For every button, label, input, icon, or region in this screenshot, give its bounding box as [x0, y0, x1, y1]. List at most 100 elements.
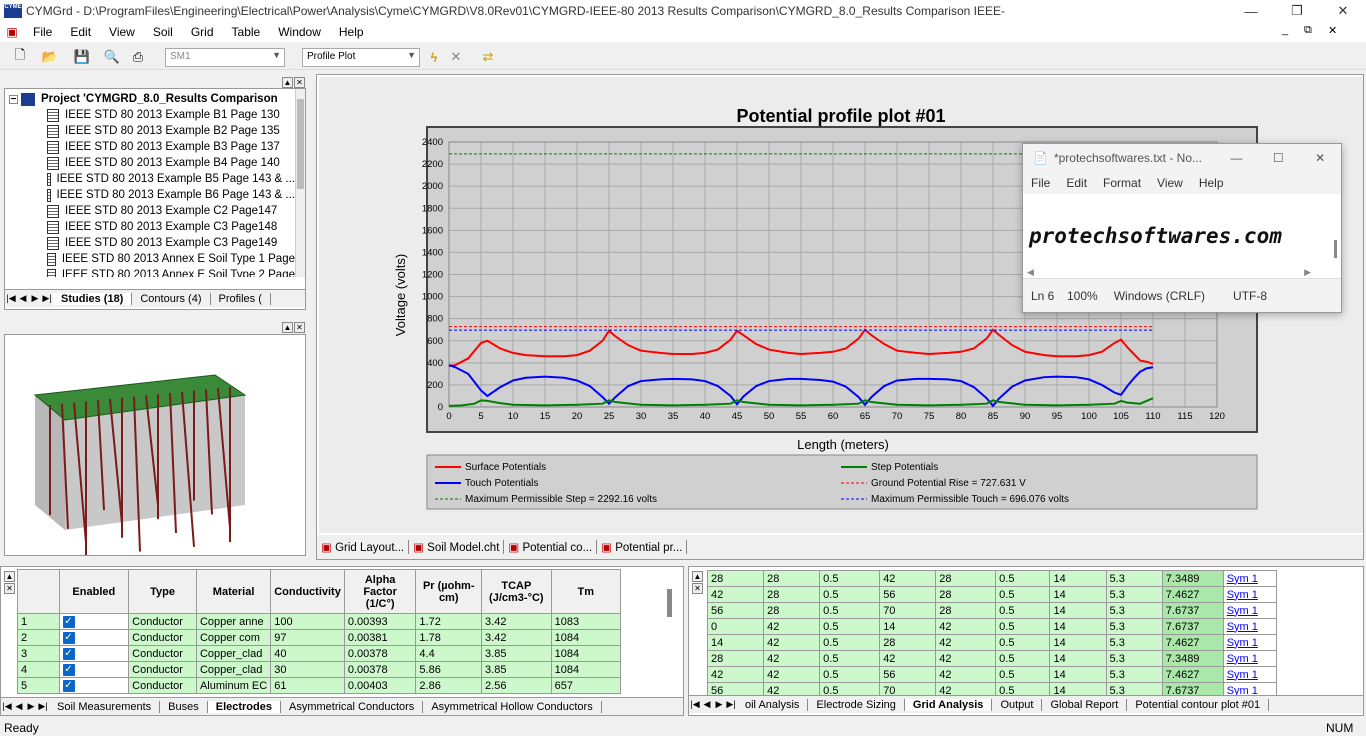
prev-tab-icon[interactable]: ◀ — [13, 701, 25, 712]
table-cell[interactable]: 0.5 — [995, 634, 1051, 651]
table-cell[interactable]: 5.3 — [1105, 650, 1163, 667]
tab-potential-contour-plot[interactable]: Potential contour plot #01 — [1127, 698, 1270, 711]
notepad-menu-format[interactable]: Format — [1095, 176, 1149, 190]
menu-window[interactable]: Window — [269, 25, 330, 39]
table-cell[interactable]: 7.6737 — [1161, 682, 1224, 696]
print-icon[interactable]: ⎙ — [128, 47, 148, 67]
table-cell[interactable]: 7.4627 — [1161, 634, 1224, 651]
table-cell[interactable]: 657 — [550, 677, 622, 694]
notepad-maximize-button[interactable]: ☐ — [1257, 151, 1299, 165]
table-cell[interactable]: 42 — [879, 650, 937, 667]
notepad-menu-file[interactable]: File — [1023, 176, 1058, 190]
table-cell[interactable]: 42 — [763, 618, 821, 635]
electrodes-scrollbar[interactable] — [667, 589, 672, 617]
table-row[interactable]: 5 ✓ Conductor Aluminum EC 61 0.00403 2.86 2.56 6… — [17, 677, 622, 694]
table-cell[interactable]: 28 — [763, 570, 821, 587]
panel-close-icon[interactable]: ✕ — [294, 77, 305, 88]
table-cell[interactable]: 0.5 — [995, 602, 1051, 619]
table-cell[interactable]: Conductor — [128, 661, 197, 678]
table-cell[interactable]: 0.5 — [995, 570, 1051, 587]
sym-link[interactable]: Sym 1 — [1222, 586, 1277, 603]
menu-help[interactable]: Help — [330, 25, 373, 39]
table-cell[interactable]: 0.5 — [819, 586, 881, 603]
enabled-checkbox[interactable]: ✓ — [58, 645, 130, 662]
table-cell[interactable]: 0.5 — [819, 650, 881, 667]
table-cell[interactable]: 5.3 — [1105, 618, 1163, 635]
tab-global-report[interactable]: Global Report — [1042, 698, 1128, 711]
prev-tab-icon[interactable]: ◀ — [17, 293, 29, 304]
table-cell[interactable]: 5 — [17, 677, 60, 694]
table-cell[interactable]: 42 — [879, 570, 937, 587]
table-cell[interactable]: Copper com — [195, 629, 272, 646]
menu-view[interactable]: View — [100, 25, 144, 39]
tab-studies[interactable]: Studies (18) — [53, 292, 133, 305]
notepad-minimize-button[interactable]: — — [1216, 151, 1258, 165]
table-cell[interactable]: Copper anne — [195, 613, 272, 630]
table-cell[interactable]: 0.00381 — [343, 629, 417, 646]
tree-scrollbar[interactable] — [295, 89, 305, 277]
tab-buses[interactable]: Buses — [160, 700, 208, 713]
table-cell[interactable]: 5.3 — [1105, 586, 1163, 603]
table-cell[interactable]: 7.3489 — [1161, 570, 1224, 587]
table-cell[interactable]: 70 — [879, 682, 937, 696]
table-cell[interactable]: 42 — [763, 682, 821, 696]
first-tab-icon[interactable]: |◀ — [689, 699, 701, 710]
enabled-checkbox[interactable]: ✓ — [58, 629, 130, 646]
table-row[interactable]: 28 28 0.5 42 28 0.5 14 5.3 7.3489 Sym 1 — [707, 570, 1277, 587]
table-row[interactable]: 42 28 0.5 56 28 0.5 14 5.3 7.4627 Sym 1 — [707, 586, 1277, 603]
table-cell[interactable]: 5.3 — [1105, 666, 1163, 683]
table-cell[interactable]: 42 — [935, 634, 997, 651]
table-cell[interactable]: Conductor — [128, 613, 197, 630]
table-cell[interactable]: 4 — [17, 661, 60, 678]
table-cell[interactable]: 70 — [879, 602, 937, 619]
first-tab-icon[interactable]: |◀ — [5, 293, 17, 304]
table-cell[interactable]: 3 — [17, 645, 60, 662]
table-cell[interactable]: Conductor — [128, 677, 197, 694]
tree-study-item[interactable]: IEEE STD 80 2013 Example C3 Page148 — [5, 219, 295, 235]
table-cell[interactable]: 3.85 — [481, 661, 552, 678]
table-row[interactable]: 14 42 0.5 28 42 0.5 14 5.3 7.4627 Sym 1 — [707, 634, 1277, 651]
mdi-doc-icon[interactable]: ▣ — [0, 25, 24, 39]
table-cell[interactable]: 1083 — [550, 613, 622, 630]
table-cell[interactable]: 0.5 — [995, 618, 1051, 635]
table-cell[interactable]: 28 — [707, 570, 765, 587]
tree-scroll-thumb[interactable] — [297, 99, 304, 189]
table-cell[interactable]: 14 — [1049, 666, 1107, 683]
col-conductivity[interactable]: Conductivity — [270, 569, 345, 614]
table-row[interactable]: 56 42 0.5 70 42 0.5 14 5.3 7.6737 Sym 1 — [707, 682, 1277, 696]
table-cell[interactable]: 2.56 — [481, 677, 552, 694]
sym-link[interactable]: Sym 1 — [1222, 570, 1277, 587]
close-button[interactable]: ✕ — [1320, 0, 1366, 22]
doc-tab-potential-profile[interactable]: ▣ Potential pr... — [597, 540, 688, 554]
table-cell[interactable]: 42 — [935, 650, 997, 667]
col-tcap[interactable]: TCAP (J/cm3-°C) — [481, 569, 552, 614]
table-cell[interactable]: 1084 — [550, 629, 622, 646]
doc-tab-potential-contour[interactable]: ▣ Potential co... — [504, 540, 598, 554]
last-tab-icon[interactable]: ▶| — [41, 293, 53, 304]
tree-study-item[interactable]: IEEE STD 80 2013 Example B1 Page 130 — [5, 107, 295, 123]
prev-tab-icon[interactable]: ◀ — [701, 699, 713, 710]
table-cell[interactable]: 42 — [935, 682, 997, 696]
sym-link[interactable]: Sym 1 — [1222, 618, 1277, 635]
tab-contours[interactable]: Contours (4) — [132, 292, 211, 305]
tab-output[interactable]: Output — [992, 698, 1043, 711]
notepad-menu-edit[interactable]: Edit — [1058, 176, 1095, 190]
table-cell[interactable]: 56 — [879, 586, 937, 603]
minimize-button[interactable]: — — [1228, 0, 1274, 22]
table-cell[interactable]: 4.4 — [415, 645, 483, 662]
sym-link[interactable]: Sym 1 — [1222, 634, 1277, 651]
notepad-editor[interactable]: protechsoftwares.com ◀ ▶ — [1023, 194, 1341, 278]
table-cell[interactable]: 1.78 — [415, 629, 483, 646]
table-cell[interactable]: Conductor — [128, 645, 197, 662]
table-cell[interactable]: 28 — [935, 602, 997, 619]
table-row[interactable]: 2 ✓ Conductor Copper com 97 0.00381 1.78 3.42 10… — [17, 629, 622, 646]
table-cell[interactable]: 28 — [707, 650, 765, 667]
next-tab-icon[interactable]: ▶ — [25, 701, 37, 712]
next-tab-icon[interactable]: ▶ — [29, 293, 41, 304]
table-row[interactable]: 3 ✓ Conductor Copper_clad 40 0.00378 4.4 3.85 10… — [17, 645, 622, 662]
tree-study-item[interactable]: IEEE STD 80 2013 Example B4 Page 140 — [5, 155, 295, 171]
table-cell[interactable]: 5.3 — [1105, 634, 1163, 651]
table-cell[interactable]: 97 — [270, 629, 345, 646]
table-cell[interactable]: 14 — [1049, 682, 1107, 696]
panel-arrow-icon[interactable]: ▲ — [4, 571, 15, 582]
